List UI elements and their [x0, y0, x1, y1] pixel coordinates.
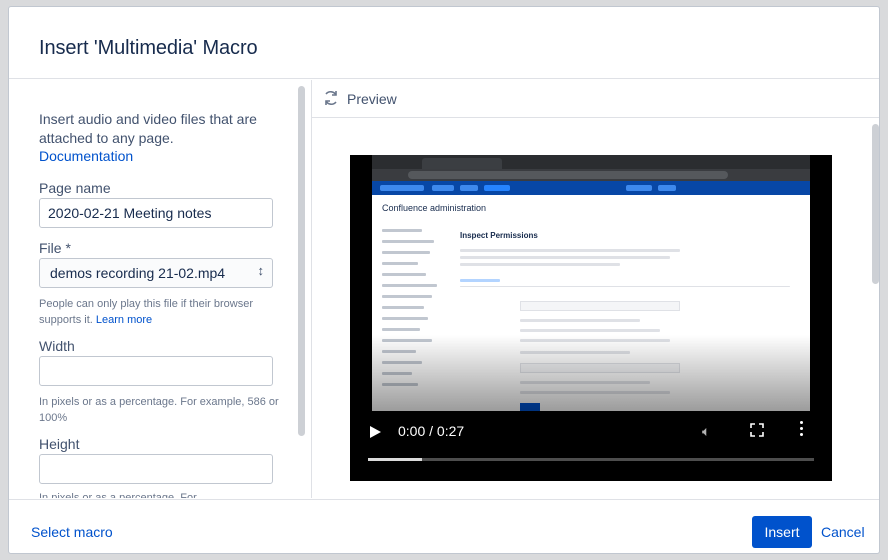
fullscreen-icon[interactable]: [750, 423, 764, 437]
height-input[interactable]: [39, 454, 273, 484]
select-macro-link[interactable]: Select macro: [31, 524, 113, 540]
file-select-value: demos recording 21-02.mp4: [50, 265, 226, 281]
page-name-label: Page name: [39, 180, 111, 196]
refresh-icon[interactable]: [322, 89, 340, 107]
preview-title: Preview: [347, 91, 397, 107]
learn-more-link[interactable]: Learn more: [96, 314, 152, 326]
file-select[interactable]: demos recording 21-02.mp4 ↕: [39, 258, 273, 288]
page-name-input[interactable]: [39, 198, 273, 228]
cancel-button[interactable]: Cancel: [821, 524, 865, 540]
dialog-title: Insert 'Multimedia' Macro: [39, 37, 258, 59]
intro-text: Insert audio and video files that are at…: [39, 111, 257, 146]
height-label: Height: [39, 436, 80, 452]
video-progress-fill: [368, 458, 422, 461]
more-options-icon[interactable]: [798, 421, 804, 439]
documentation-link[interactable]: Documentation: [39, 148, 133, 164]
height-help-text: In pixels or as a percentage. For: [39, 492, 197, 498]
browser-tabbar: [372, 155, 810, 169]
play-icon[interactable]: [370, 426, 381, 438]
file-help-text: People can only play this file if their …: [39, 296, 279, 328]
select-arrows-icon: ↕: [257, 263, 265, 278]
left-panel-scrollbar[interactable]: [298, 86, 305, 436]
macro-parameters-panel: Insert audio and video files that are at…: [9, 80, 309, 498]
confluence-topnav: [372, 181, 810, 195]
video-progress-bar[interactable]: [368, 458, 814, 461]
insert-macro-dialog: Insert 'Multimedia' Macro Insert audio a…: [8, 6, 880, 554]
dialog-footer: Select macro Insert Cancel: [9, 499, 879, 553]
dialog-header: Insert 'Multimedia' Macro: [9, 7, 879, 79]
insert-button[interactable]: Insert: [752, 516, 812, 548]
width-help-text: In pixels or as a percentage. For exampl…: [39, 396, 279, 424]
video-time: 0:00 / 0:27: [398, 423, 465, 439]
width-label: Width: [39, 338, 75, 354]
preview-header: Preview: [312, 80, 879, 118]
video-screen-heading: Inspect Permissions: [460, 231, 538, 240]
volume-icon[interactable]: 🔈︎: [702, 423, 710, 440]
file-label: File *: [39, 240, 71, 256]
preview-panel: Preview Confluence administration Inspec…: [311, 80, 879, 498]
preview-scrollbar[interactable]: [872, 124, 879, 284]
width-input[interactable]: [39, 356, 273, 386]
video-screen-title: Confluence administration: [382, 203, 487, 213]
video-player[interactable]: Confluence administration Inspect Permis…: [350, 155, 832, 481]
browser-urlbar: [372, 169, 810, 181]
